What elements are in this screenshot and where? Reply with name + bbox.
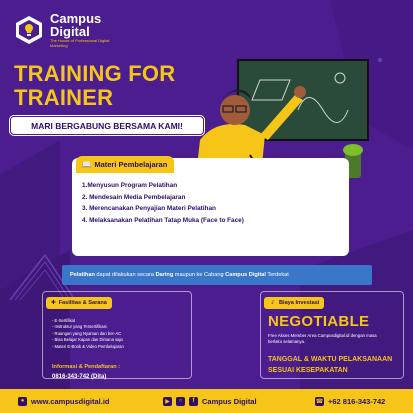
globe-icon: ●	[18, 396, 27, 406]
materi-heading: Materi Pembelajaran	[94, 160, 168, 169]
youtube-icon: ▶	[163, 396, 172, 406]
campus-digital-logo-icon	[16, 16, 42, 44]
contact-label: Informasi & Pendaftaran :	[52, 364, 121, 370]
title-line1: TRAINING FOR	[14, 61, 176, 86]
footer-social-text: Campus Digital	[202, 396, 257, 406]
info-strip-part2: dapat dilakukan secara	[94, 272, 156, 278]
list-item: - Bisa Belajar Kapan dan Dimana saja	[52, 337, 123, 343]
whatsapp-icon: ☎	[315, 396, 324, 406]
biaya-heading: Biaya Investasi	[278, 300, 320, 306]
brand-name-line2: Digital	[50, 24, 90, 39]
book-icon: 📖	[82, 160, 92, 169]
schedule-line1: TANGGAL & WAKTU PELAKSANAAN	[268, 356, 393, 363]
facebook-icon: f	[189, 396, 198, 406]
footer-website[interactable]: ● www.campusdigital.id	[18, 396, 110, 406]
info-strip: Pelatihan dapat dilakukan secara Daring …	[62, 265, 372, 285]
info-strip-part1: Pelatihan	[70, 272, 95, 278]
fasilitas-label: ✚ Fasilitas & Sarana	[46, 297, 112, 309]
list-item: - Materi E-Book & Video Pembelajaran	[52, 343, 124, 349]
info-strip-part3: Daring	[155, 272, 174, 278]
contact-phone: 0816-343-742 (Dita)	[52, 374, 107, 380]
brand-tagline: The House of Professional Digital Market…	[50, 38, 110, 48]
list-item: 2. Mendesain Media Pembelajaran	[82, 193, 186, 201]
fasilitas-heading: Fasilitas & Sarana	[58, 300, 107, 306]
footer-phone-text: +62 816-343-742	[328, 396, 386, 406]
instagram-icon: ○	[176, 396, 185, 406]
join-banner: MARI BERGABUNG BERSAMA KAMI!	[10, 116, 204, 135]
footer-social[interactable]: ▶ ○ f Campus Digital	[163, 396, 257, 406]
schedule-text: TANGGAL & WAKTU PELAKSANAAN SESUAI KESEP…	[268, 354, 392, 376]
info-strip-part5: Campus Digital	[225, 272, 266, 278]
schedule-line2: SESUAI KESEPAKATAN	[268, 367, 348, 374]
price-value: NEGOTIABLE	[268, 313, 370, 330]
fasilitas-list: - E-Sertifikat - Instruktur yang Tersert…	[52, 318, 124, 350]
footer: ● www.campusdigital.id ▶ ○ f Campus Digi…	[0, 389, 413, 413]
info-strip-part6: Terdekat	[265, 272, 289, 278]
footer-phone[interactable]: ☎ +62 816-343-742	[315, 396, 386, 406]
materi-list: 1.Menyusun Program Pelatihan 2. Mendesai…	[82, 180, 244, 226]
brand-logo: Campus Digital The House of Professional…	[14, 12, 110, 48]
poster: Campus Digital The House of Professional…	[0, 0, 413, 413]
footer-website-text: www.campusdigital.id	[31, 396, 110, 406]
price-note: Free Akses Member Area Campusdigital.id …	[268, 333, 377, 344]
title-line2: TRAINER	[14, 85, 114, 110]
plus-icon: ✚	[51, 300, 56, 306]
money-icon: 💰	[269, 300, 276, 306]
list-item: 1.Menyusun Program Pelatihan	[82, 182, 178, 189]
info-strip-part4: maupun ke Cabang	[173, 272, 226, 278]
page-title: TRAINING FOR TRAINER	[14, 62, 175, 110]
materi-heading-tab: 📖 Materi Pembelajaran	[76, 156, 174, 173]
biaya-label: 💰 Biaya Investasi	[264, 297, 325, 309]
list-item: 4. Melaksanakan Pelatihan Tatap Muka (Fa…	[82, 216, 244, 224]
list-item: 3. Merencanakan Penyajian Materi Pelatih…	[82, 205, 216, 212]
